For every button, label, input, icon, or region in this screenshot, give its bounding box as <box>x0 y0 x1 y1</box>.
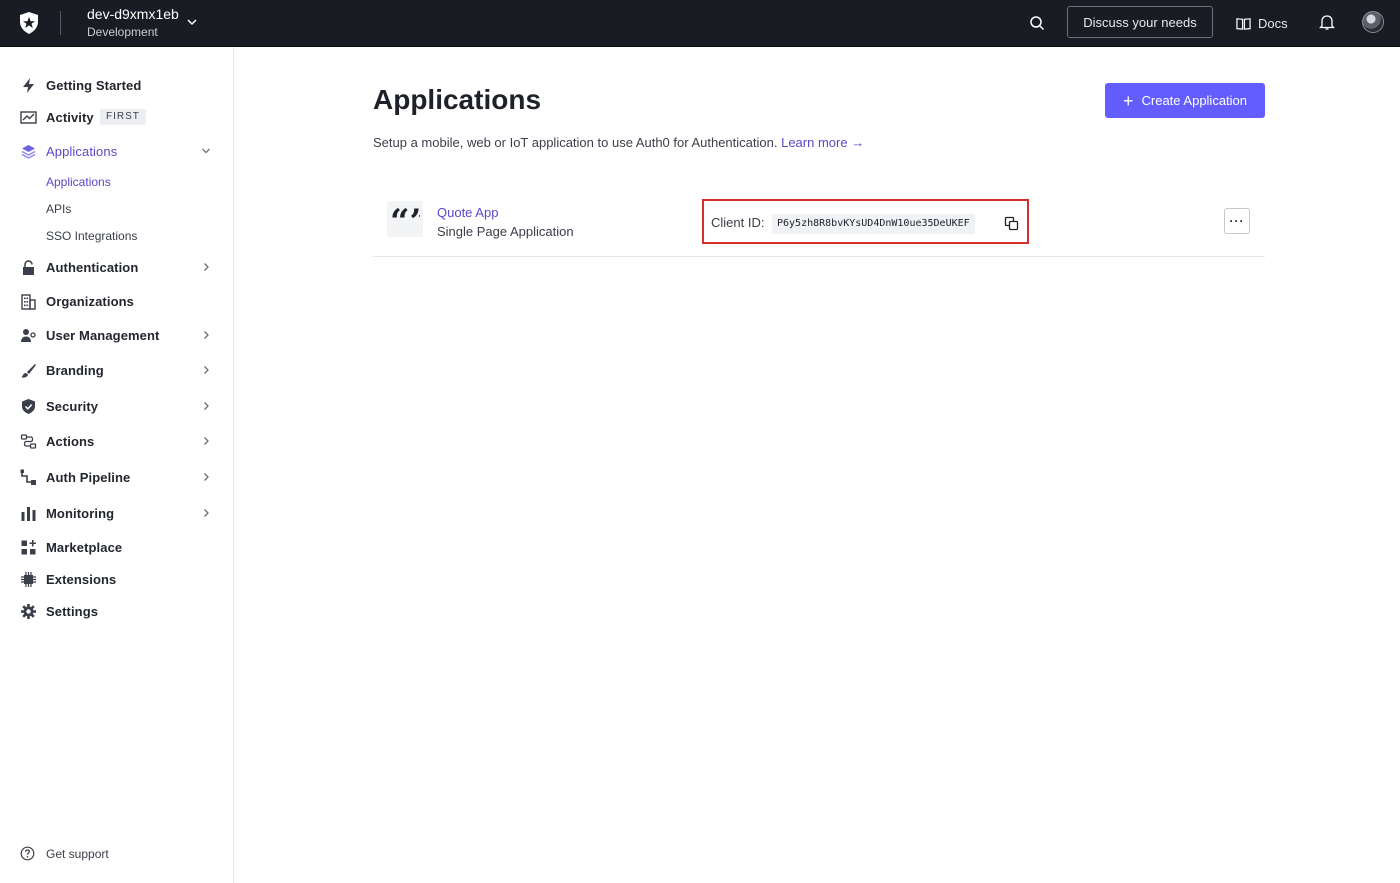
chip-icon <box>21 571 36 587</box>
client-id-value[interactable]: P6y5zh8R8bvKYsUD4DnW10ue35DeUKEF <box>772 214 975 234</box>
sidebar-subitem-applications[interactable]: Applications <box>46 175 111 189</box>
first-badge: FIRST <box>100 109 146 125</box>
ellipsis-icon: ··· <box>1229 214 1245 228</box>
copy-icon[interactable] <box>1004 216 1019 231</box>
svg-text:“”: “” <box>390 208 420 230</box>
chevron-right-icon[interactable] <box>201 262 211 272</box>
gear-icon <box>21 603 36 619</box>
client-id-label: Client ID: <box>711 215 765 230</box>
sidebar-item-marketplace[interactable]: Marketplace <box>0 533 234 561</box>
grid-plus-icon <box>21 539 36 554</box>
pipeline-icon <box>20 469 36 485</box>
top-bar: dev-d9xmx1eb Development Discuss your ne… <box>0 0 1400 47</box>
sidebar-item-actions[interactable]: Actions <box>0 427 234 455</box>
sidebar-item-label: Getting Started <box>46 77 142 93</box>
sidebar-item-label: Security <box>46 398 99 414</box>
docs-link[interactable]: Docs <box>1236 13 1288 33</box>
sidebar-item-applications[interactable]: Applications <box>0 137 234 165</box>
sidebar-item-label: Settings <box>46 603 99 619</box>
auth0-logo-icon[interactable] <box>17 11 41 35</box>
plus-icon: + <box>1122 90 1134 111</box>
sidebar-item-label: Actions <box>46 433 95 449</box>
topbar-divider <box>60 11 61 35</box>
discuss-your-needs-button[interactable]: Discuss your needs <box>1067 6 1213 38</box>
learn-more-link[interactable]: Learn more → <box>781 135 864 150</box>
sidebar-item-getting-started[interactable]: Getting Started <box>0 71 234 99</box>
chevron-right-icon[interactable] <box>201 472 211 482</box>
bar-chart-icon <box>21 506 36 521</box>
application-name-link[interactable]: Quote App <box>437 205 498 220</box>
chevron-right-icon[interactable] <box>201 401 211 411</box>
chevron-right-icon[interactable] <box>201 508 211 518</box>
get-support-label: Get support <box>46 846 109 861</box>
create-application-label: Create Application <box>1141 93 1248 108</box>
sidebar-item-label: Marketplace <box>46 539 123 555</box>
sidebar: Getting Started Activity FIRST Applicati… <box>0 47 234 883</box>
chevron-right-icon[interactable] <box>201 365 211 375</box>
sidebar-item-settings[interactable]: Settings <box>0 597 234 625</box>
sidebar-item-label: Monitoring <box>46 505 115 521</box>
application-type: Single Page Application <box>437 224 574 239</box>
sidebar-item-label: Activity <box>46 109 94 125</box>
search-icon[interactable] <box>1029 15 1045 31</box>
sidebar-item-organizations[interactable]: Organizations <box>0 287 234 315</box>
page-title: Applications <box>373 84 542 115</box>
sidebar-item-security[interactable]: Security <box>0 392 234 420</box>
sidebar-item-branding[interactable]: Branding <box>0 356 234 384</box>
sidebar-item-user-management[interactable]: User Management <box>0 321 234 349</box>
sidebar-item-label: Extensions <box>46 571 117 587</box>
users-icon <box>21 328 36 342</box>
avatar[interactable] <box>1362 11 1384 33</box>
sidebar-item-label: Applications <box>46 143 118 159</box>
chevron-down-icon[interactable] <box>186 16 198 28</box>
lightning-icon <box>23 77 34 93</box>
sidebar-item-label: Auth Pipeline <box>46 469 131 485</box>
help-circle-icon <box>20 846 35 861</box>
get-support-link[interactable]: Get support <box>20 846 109 861</box>
page-description: Setup a mobile, web or IoT application t… <box>373 135 864 150</box>
sidebar-item-label: Authentication <box>46 259 139 275</box>
quote-app-logo[interactable]: “” <box>387 201 423 237</box>
sidebar-item-label: User Management <box>46 327 160 343</box>
tenant-environment: Development <box>87 25 158 39</box>
sidebar-item-authentication[interactable]: Authentication <box>0 253 234 281</box>
page-description-text: Setup a mobile, web or IoT application t… <box>373 135 778 150</box>
sidebar-item-label: Branding <box>46 362 104 378</box>
arrow-right-icon: → <box>851 135 865 150</box>
bell-icon[interactable] <box>1319 14 1335 31</box>
sidebar-item-label: Organizations <box>46 293 134 309</box>
book-icon <box>1236 17 1251 30</box>
sidebar-subitem-apis[interactable]: APIs <box>46 202 71 216</box>
chart-trend-icon <box>20 110 37 124</box>
quote-marks-icon: “” <box>390 208 420 230</box>
layers-icon <box>21 144 36 159</box>
shield-icon <box>22 398 35 414</box>
learn-more-label: Learn more <box>781 135 848 150</box>
sidebar-item-extensions[interactable]: Extensions <box>0 565 234 593</box>
create-application-button[interactable]: + Create Application <box>1105 83 1265 118</box>
chevron-down-icon[interactable] <box>201 146 211 156</box>
docs-label: Docs <box>1258 15 1288 31</box>
chevron-right-icon[interactable] <box>201 330 211 340</box>
sidebar-subitem-sso-integrations[interactable]: SSO Integrations <box>46 229 137 243</box>
client-id-highlight: Client ID: P6y5zh8R8bvKYsUD4DnW10ue35DeU… <box>702 199 1029 244</box>
lock-icon <box>23 259 34 275</box>
sidebar-item-auth-pipeline[interactable]: Auth Pipeline <box>0 463 234 491</box>
sidebar-item-activity[interactable]: Activity FIRST <box>0 103 234 131</box>
more-options-button[interactable]: ··· <box>1224 208 1250 234</box>
building-icon <box>21 293 36 310</box>
flow-icon <box>20 433 37 449</box>
application-row: “” Quote App Single Page Application Cli… <box>373 188 1265 257</box>
brush-icon <box>21 363 36 378</box>
sidebar-item-monitoring[interactable]: Monitoring <box>0 499 234 527</box>
tenant-name[interactable]: dev-d9xmx1eb <box>87 6 179 22</box>
chevron-right-icon[interactable] <box>201 436 211 446</box>
